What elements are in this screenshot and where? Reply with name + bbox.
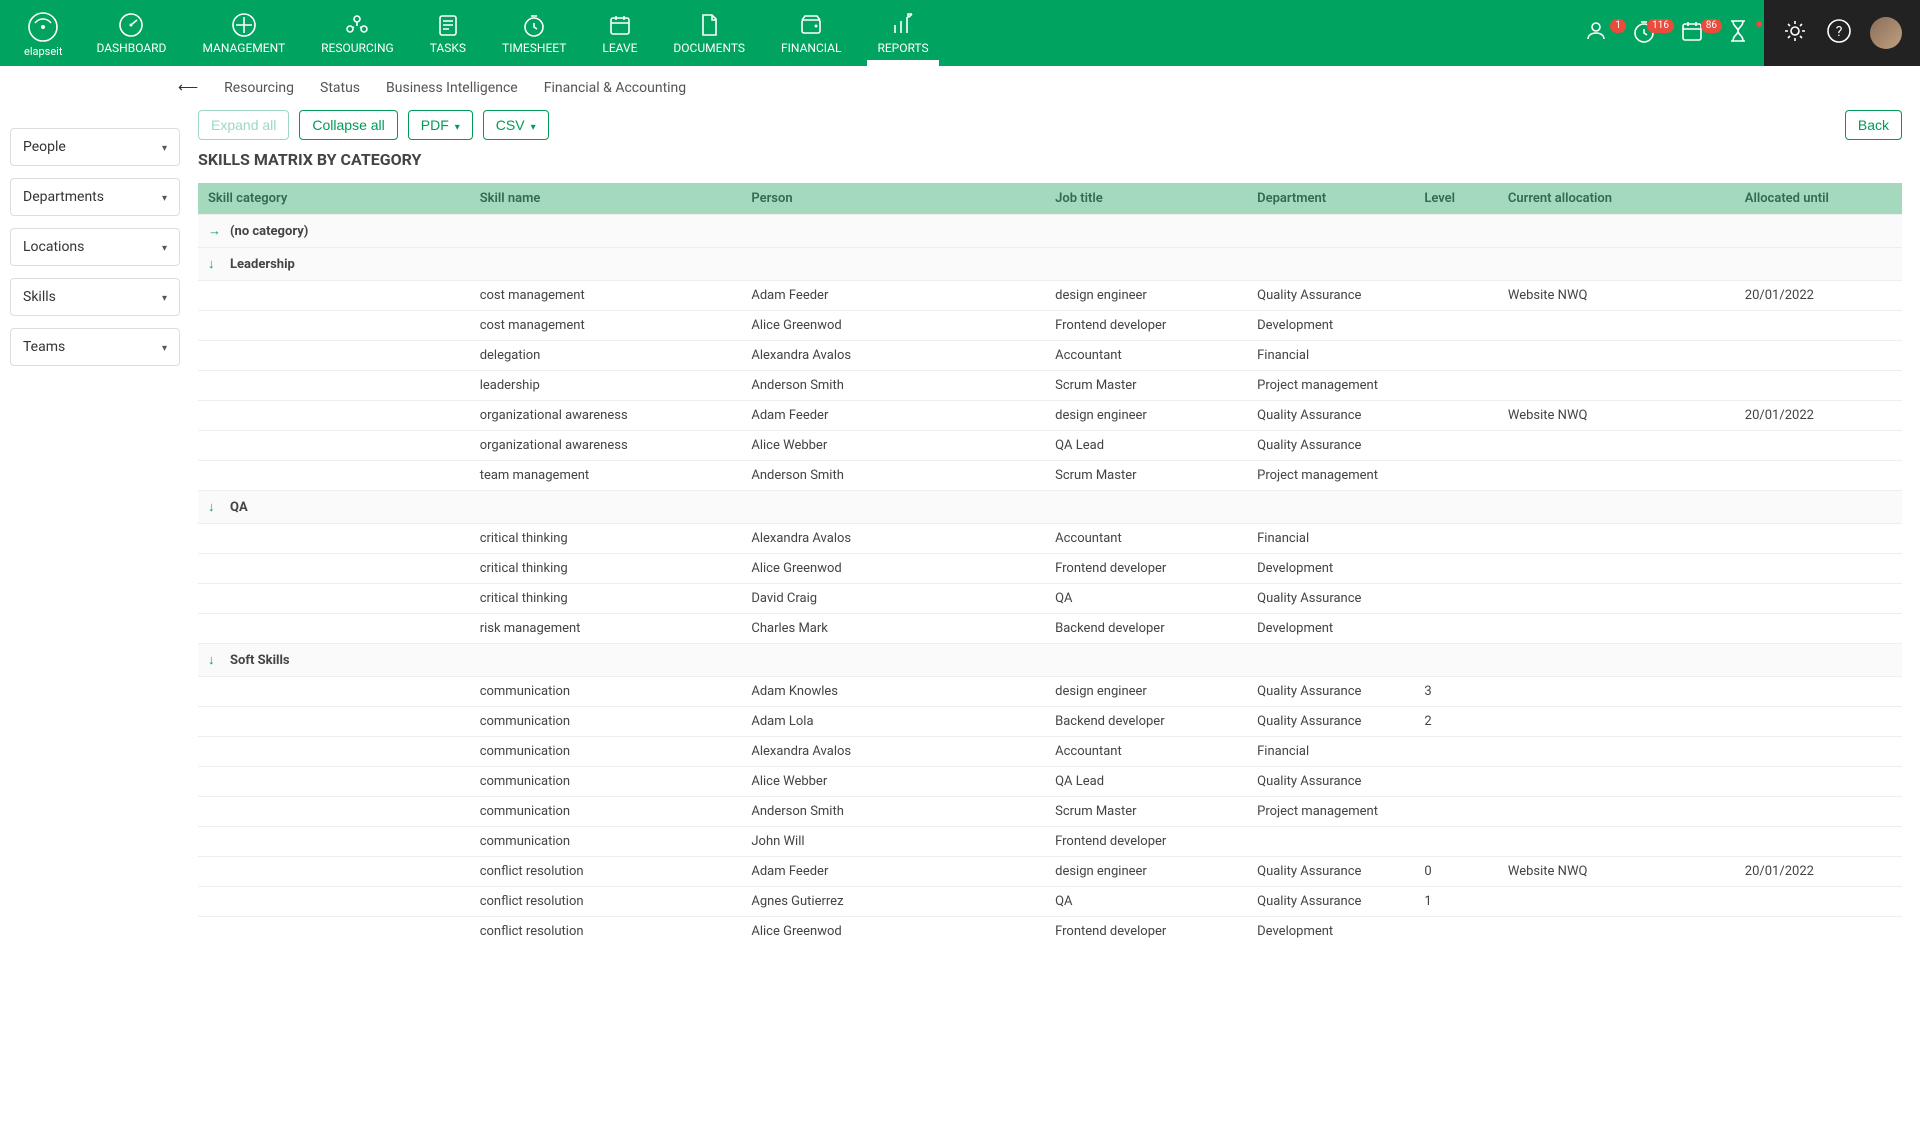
brand-logo[interactable]: elapseit bbox=[0, 9, 78, 58]
notif-timer-icon[interactable]: 116 bbox=[1620, 17, 1668, 49]
group-row[interactable]: (no category) bbox=[198, 215, 1902, 248]
table-row[interactable]: team managementAnderson SmithScrum Maste… bbox=[198, 461, 1902, 491]
table-row[interactable]: critical thinkingAlice GreenwodFrontend … bbox=[198, 554, 1902, 584]
user-avatar[interactable] bbox=[1870, 17, 1902, 49]
table-row[interactable]: cost managementAlice GreenwodFrontend de… bbox=[198, 311, 1902, 341]
chevron-down-icon bbox=[531, 117, 536, 133]
filter-skills[interactable]: Skills bbox=[10, 278, 180, 316]
nav-reports[interactable]: REPORTS bbox=[859, 0, 946, 66]
chevron-down-icon bbox=[162, 189, 167, 205]
col-job-title[interactable]: Job title bbox=[1045, 183, 1247, 215]
subtab-status[interactable]: Status bbox=[320, 80, 360, 96]
table-row[interactable]: cost managementAdam Feederdesign enginee… bbox=[198, 281, 1902, 311]
group-row[interactable]: QA bbox=[198, 491, 1902, 524]
filter-locations[interactable]: Locations bbox=[10, 228, 180, 266]
table-row[interactable]: critical thinkingDavid CraigQAQuality As… bbox=[198, 584, 1902, 614]
chevron-down-icon bbox=[162, 339, 167, 355]
filter-teams[interactable]: Teams bbox=[10, 328, 180, 366]
table-row[interactable]: delegationAlexandra AvalosAccountantFina… bbox=[198, 341, 1902, 371]
table-row[interactable]: communicationJohn WillFrontend developer bbox=[198, 827, 1902, 857]
col-department[interactable]: Department bbox=[1247, 183, 1414, 215]
table-row[interactable]: leadershipAnderson SmithScrum MasterProj… bbox=[198, 371, 1902, 401]
group-label: Leadership bbox=[230, 257, 295, 272]
notif-calendar-icon[interactable]: 86 bbox=[1668, 17, 1716, 49]
arrow-down-icon bbox=[208, 256, 222, 272]
table-row[interactable]: risk managementCharles MarkBackend devel… bbox=[198, 614, 1902, 644]
col-person[interactable]: Person bbox=[741, 183, 1045, 215]
group-row[interactable]: Soft Skills bbox=[198, 644, 1902, 677]
group-label: (no category) bbox=[230, 224, 308, 239]
chevron-down-icon bbox=[455, 117, 460, 133]
skills-matrix-table: Skill category Skill name Person Job tit… bbox=[198, 183, 1902, 946]
nav-dashboard[interactable]: DASHBOARD bbox=[78, 0, 184, 66]
col-allocated-until[interactable]: Allocated until bbox=[1735, 183, 1902, 215]
group-label: QA bbox=[230, 500, 248, 515]
col-level[interactable]: Level bbox=[1414, 183, 1498, 215]
nav-timesheet[interactable]: TIMESHEET bbox=[484, 0, 584, 66]
nav-financial[interactable]: FINANCIAL bbox=[763, 0, 859, 66]
notif-user-icon[interactable]: 1 bbox=[1572, 17, 1620, 49]
table-row[interactable]: communicationAlice WebberQA LeadQuality … bbox=[198, 767, 1902, 797]
table-row[interactable]: organizational awarenessAlice WebberQA L… bbox=[198, 431, 1902, 461]
table-row[interactable]: communicationAdam Knowlesdesign engineer… bbox=[198, 677, 1902, 707]
chevron-down-icon bbox=[162, 239, 167, 255]
filters-sidebar: People Departments Locations Skills Team… bbox=[0, 110, 190, 976]
settings-icon[interactable] bbox=[1782, 18, 1808, 48]
collapse-sidebar-icon[interactable]: ⟵ bbox=[178, 80, 198, 96]
help-icon[interactable]: ? bbox=[1826, 18, 1852, 48]
nav-tasks[interactable]: TASKS bbox=[412, 0, 484, 66]
table-row[interactable]: communicationAdam LolaBackend developerQ… bbox=[198, 707, 1902, 737]
chevron-down-icon bbox=[162, 289, 167, 305]
table-row[interactable]: communicationAnderson SmithScrum MasterP… bbox=[198, 797, 1902, 827]
chevron-down-icon bbox=[162, 139, 167, 155]
table-row[interactable]: organizational awarenessAdam Feederdesig… bbox=[198, 401, 1902, 431]
report-subtabs: ⟵ Resourcing Status Business Intelligenc… bbox=[0, 66, 1920, 110]
nav-documents[interactable]: DOCUMENTS bbox=[655, 0, 763, 66]
expand-all-button[interactable]: Expand all bbox=[198, 110, 289, 140]
col-skill-category[interactable]: Skill category bbox=[198, 183, 470, 215]
table-row[interactable]: conflict resolutionAdam Feederdesign eng… bbox=[198, 857, 1902, 887]
col-current-allocation[interactable]: Current allocation bbox=[1498, 183, 1735, 215]
group-row[interactable]: Leadership bbox=[198, 248, 1902, 281]
table-row[interactable]: communicationAlexandra AvalosAccountantF… bbox=[198, 737, 1902, 767]
subtab-bi[interactable]: Business Intelligence bbox=[386, 80, 518, 96]
nav-management[interactable]: MANAGEMENT bbox=[184, 0, 303, 66]
brand-name: elapseit bbox=[24, 45, 62, 58]
col-skill-name[interactable]: Skill name bbox=[470, 183, 742, 215]
arrow-down-icon bbox=[208, 652, 222, 668]
pdf-export-button[interactable]: PDF bbox=[408, 110, 473, 140]
svg-text:?: ? bbox=[1836, 24, 1843, 40]
table-row[interactable]: conflict resolutionAlice GreenwodFronten… bbox=[198, 917, 1902, 947]
hourglass-icon[interactable] bbox=[1716, 17, 1764, 49]
page-title: SKILLS MATRIX BY CATEGORY bbox=[198, 150, 1902, 169]
arrow-right-icon bbox=[208, 223, 222, 239]
csv-export-button[interactable]: CSV bbox=[483, 110, 549, 140]
filter-people[interactable]: People bbox=[10, 128, 180, 166]
collapse-all-button[interactable]: Collapse all bbox=[299, 110, 397, 140]
subtab-financial[interactable]: Financial & Accounting bbox=[544, 80, 686, 96]
nav-resourcing[interactable]: RESOURCING bbox=[303, 0, 412, 66]
nav-leave[interactable]: LEAVE bbox=[584, 0, 655, 66]
table-row[interactable]: conflict resolutionAgnes GutierrezQAQual… bbox=[198, 887, 1902, 917]
back-button[interactable]: Back bbox=[1845, 110, 1902, 140]
table-row[interactable]: critical thinkingAlexandra AvalosAccount… bbox=[198, 524, 1902, 554]
group-label: Soft Skills bbox=[230, 653, 290, 668]
arrow-down-icon bbox=[208, 499, 222, 515]
subtab-resourcing[interactable]: Resourcing bbox=[224, 80, 294, 96]
filter-departments[interactable]: Departments bbox=[10, 178, 180, 216]
